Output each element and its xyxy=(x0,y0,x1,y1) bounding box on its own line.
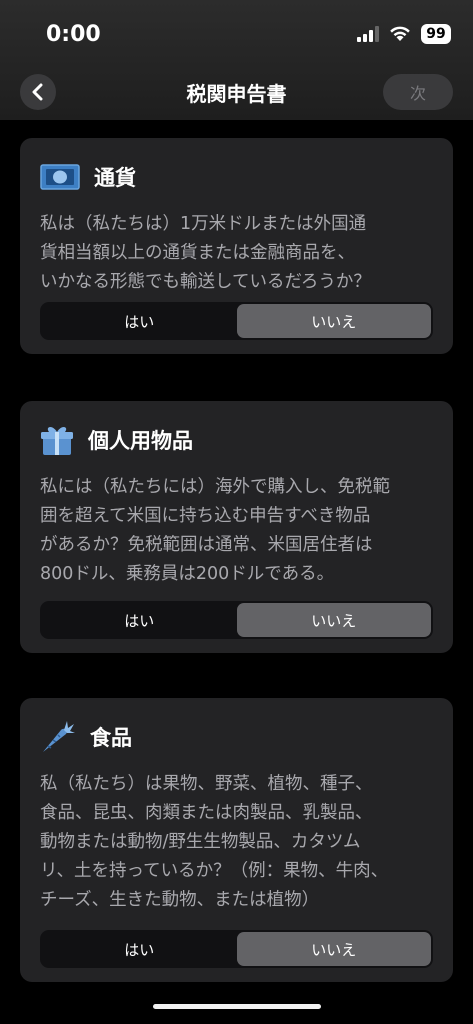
personal-goods-card: 個人用物品 私には（私たちには）海外で購入し、免税範 囲を超えて米国に持ち込む申… xyxy=(20,401,453,653)
yes-option[interactable]: はい xyxy=(42,932,237,966)
description-line: 囲を超えて米国に持ち込む申告すべき物品 xyxy=(40,506,371,526)
status-time: 0:00 xyxy=(46,22,101,47)
card-title: 通貨 xyxy=(94,166,136,190)
yes-option[interactable]: はい xyxy=(42,603,237,637)
gift-icon xyxy=(41,427,73,455)
currency-yes-no-control: はい いいえ xyxy=(40,302,433,340)
food-yes-no-control: はい いいえ xyxy=(40,930,433,968)
no-option[interactable]: いいえ xyxy=(236,603,431,637)
next-button[interactable]: 次 xyxy=(383,74,453,110)
yes-option[interactable]: はい xyxy=(42,304,237,338)
no-option[interactable]: いいえ xyxy=(236,304,431,338)
top-bar: 0:00 99 税関申告書 次 xyxy=(0,0,473,120)
card-description: 私は（私たちは）1万米ドルまたは外国通 貨相当額以上の通貨または金融商品を、 い… xyxy=(40,210,433,297)
battery-icon: 99 xyxy=(421,24,451,44)
card-title: 食品 xyxy=(90,726,132,750)
description-line: 私は（私たちは）1万米ドルまたは外国通 xyxy=(40,214,367,234)
description-line: 私（私たち）は果物、野菜、植物、種子、 xyxy=(40,774,373,794)
status-icons: 99 xyxy=(357,24,451,44)
carrot-icon xyxy=(43,721,75,752)
description-line: があるか？免税範囲は通常、米国居住者は xyxy=(40,535,373,555)
description-line: 食品、昆虫、肉類または肉製品、乳製品、 xyxy=(40,803,373,823)
food-card: 食品 私（私たち）は果物、野菜、植物、種子、 食品、昆虫、肉類または肉製品、乳製… xyxy=(20,698,453,982)
description-line: 貨相当額以上の通貨または金融商品を、 xyxy=(40,243,355,263)
description-line: チーズ、生きた動物、または植物） xyxy=(40,890,320,910)
currency-card: 通貨 私は（私たちは）1万米ドルまたは外国通 貨相当額以上の通貨または金融商品を… xyxy=(20,138,453,354)
description-line: 動物または動物/野生生物製品、カタツム xyxy=(40,832,361,852)
wifi-icon xyxy=(390,26,410,41)
card-title: 個人用物品 xyxy=(88,429,193,453)
description-line: いかなる形態でも輸送しているだろうか？ xyxy=(40,272,371,292)
signal-icon xyxy=(357,26,379,42)
no-option[interactable]: いいえ xyxy=(236,932,431,966)
card-description: 私（私たち）は果物、野菜、植物、種子、 食品、昆虫、肉類または肉製品、乳製品、 … xyxy=(40,770,433,915)
currency-icon xyxy=(40,164,80,190)
description-line: 私には（私たちには）海外で購入し、免税範 xyxy=(40,477,390,497)
personal-goods-yes-no-control: はい いいえ xyxy=(40,601,433,639)
card-description: 私には（私たちには）海外で購入し、免税範 囲を超えて米国に持ち込む申告すべき物品… xyxy=(40,473,433,589)
description-line: リ、土を持っているか？（例：果物、牛肉、 xyxy=(40,861,389,881)
description-line: 800ドル、乗務員は200ドルである。 xyxy=(40,564,335,584)
home-indicator[interactable] xyxy=(153,1004,321,1009)
